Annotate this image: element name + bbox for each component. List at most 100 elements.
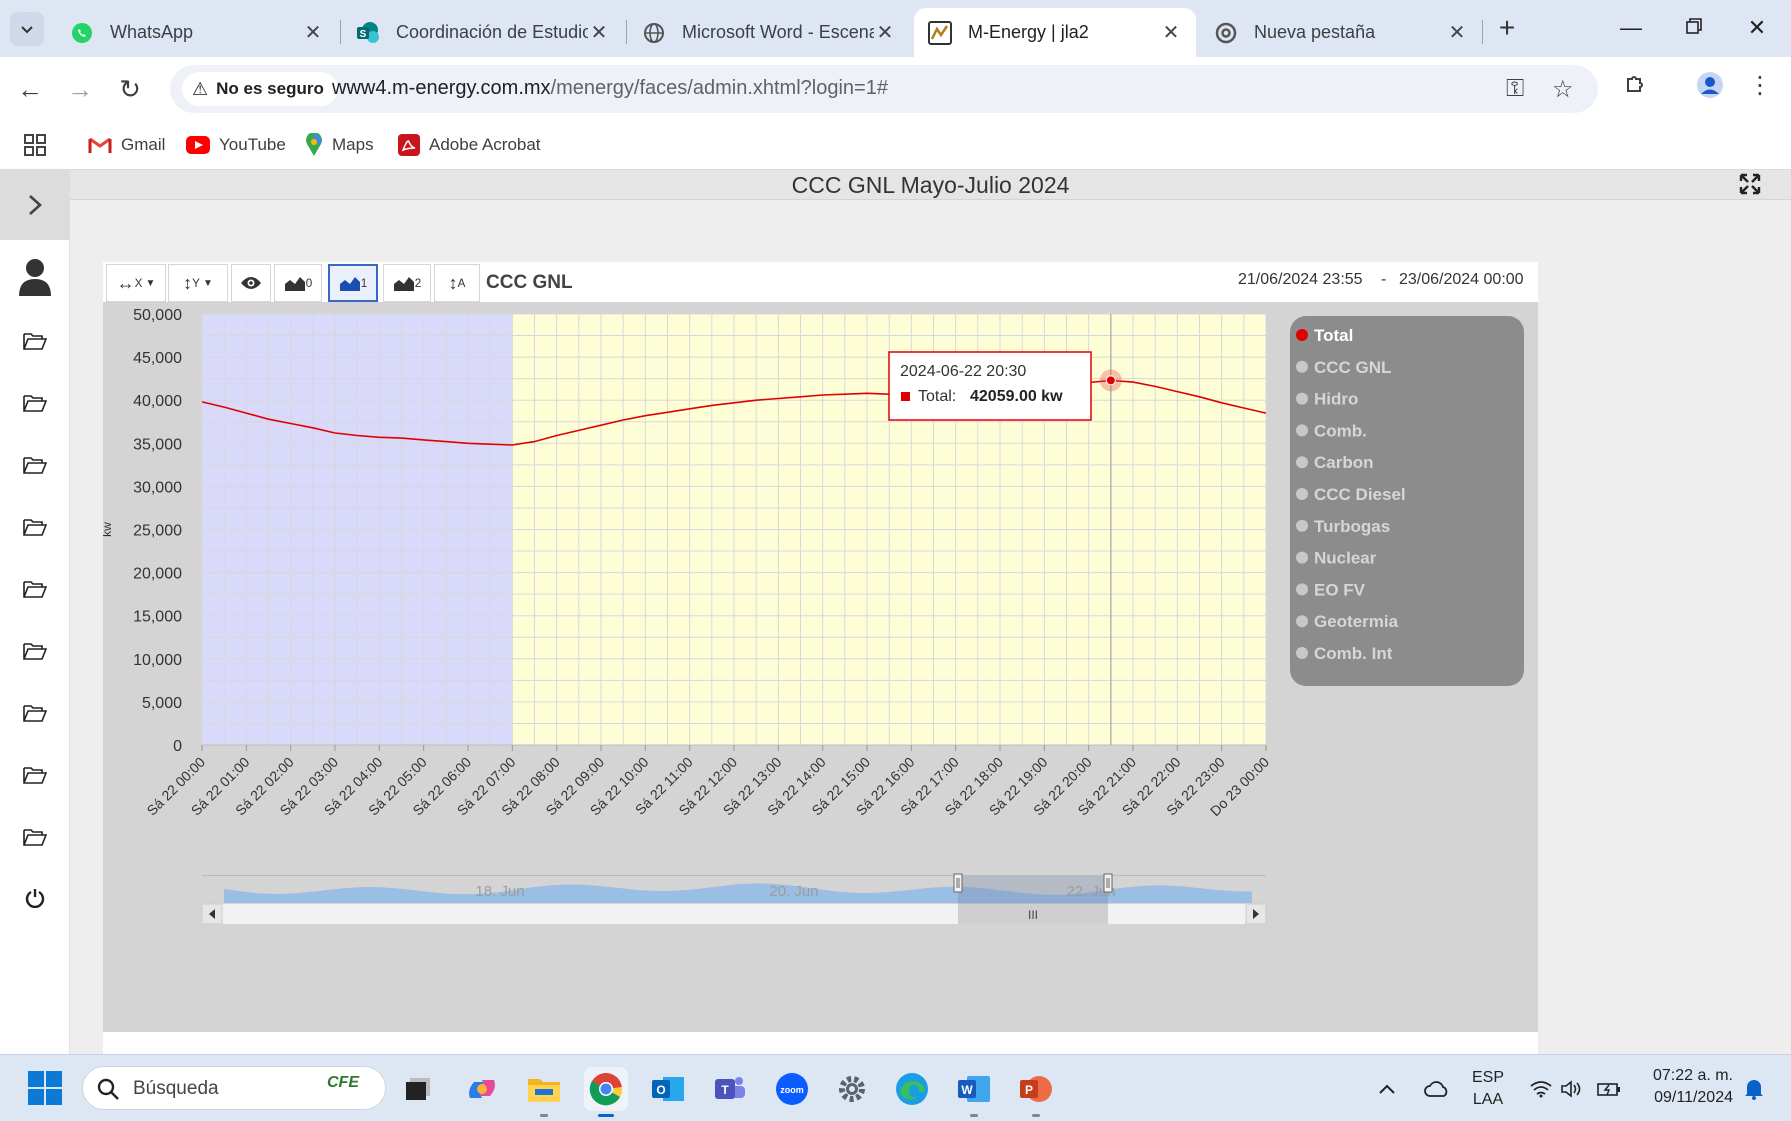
profile-icon[interactable] <box>1692 71 1728 106</box>
windows-start-icon[interactable] <box>28 1071 62 1105</box>
close-icon[interactable]: ✕ <box>1446 20 1468 45</box>
powerpoint-icon[interactable]: P <box>1014 1067 1058 1117</box>
legend-item[interactable]: Comb. Int <box>1314 644 1393 663</box>
x-axis-zoom-button[interactable]: ↔ X ▼ <box>106 264 166 302</box>
notification-bell-icon[interactable] <box>1744 1055 1764 1121</box>
visibility-button[interactable] <box>231 264 271 302</box>
taskbar-search[interactable]: Búsqueda CFE <box>82 1066 386 1110</box>
legend-marker[interactable] <box>1296 551 1308 564</box>
legend-item[interactable]: Turbogas <box>1314 517 1390 536</box>
wifi-icon[interactable] <box>1530 1055 1552 1121</box>
outlook-icon[interactable]: O <box>646 1067 690 1111</box>
legend-marker[interactable] <box>1296 329 1308 341</box>
folder-open-icon[interactable] <box>15 634 55 668</box>
tab-coordinacion[interactable]: S Coordinación de Estudios ✕ <box>342 8 624 57</box>
tray-overflow-icon[interactable] <box>1378 1055 1396 1121</box>
y-axis-zoom-button[interactable]: ↕ Y ▼ <box>168 264 228 302</box>
reload-button[interactable]: ↻ <box>112 71 148 107</box>
folder-open-icon[interactable] <box>15 386 55 420</box>
folder-open-icon[interactable] <box>15 572 55 606</box>
bookmark-adobe[interactable]: Adobe Acrobat <box>398 128 541 162</box>
input-language[interactable]: ESP LAA <box>1472 1055 1504 1121</box>
clock[interactable]: 07:22 a. m. 09/11/2024 <box>1653 1065 1733 1109</box>
tab-search-button[interactable] <box>10 12 44 46</box>
legend-item[interactable]: Nuclear <box>1314 549 1377 568</box>
tab-menergy[interactable]: M-Energy | jla2 ✕ <box>914 8 1196 57</box>
battery-icon[interactable] <box>1596 1055 1622 1121</box>
tab-word[interactable]: Microsoft Word - Escenar ✕ <box>628 8 910 57</box>
date-to[interactable]: 23/06/2024 00:00 <box>1399 271 1524 289</box>
security-chip[interactable]: ⚠ No es seguro <box>182 72 338 106</box>
legend-marker[interactable] <box>1296 583 1308 596</box>
legend-item[interactable]: Total <box>1314 326 1353 345</box>
folder-open-icon[interactable] <box>15 820 55 854</box>
volume-icon[interactable] <box>1560 1055 1582 1121</box>
teams-icon[interactable]: T <box>708 1067 752 1111</box>
legend-item[interactable]: Hidro <box>1314 390 1358 409</box>
bookmark-gmail[interactable]: Gmail <box>88 128 165 162</box>
chrome-taskbar-icon[interactable] <box>584 1067 628 1117</box>
stack-mode-0-button[interactable]: 0 <box>274 264 322 302</box>
close-icon[interactable]: ✕ <box>302 20 324 45</box>
legend-marker[interactable] <box>1296 519 1308 532</box>
bookmark-youtube[interactable]: YouTube <box>186 128 286 162</box>
restore-button[interactable] <box>1665 8 1723 48</box>
folder-open-icon[interactable] <box>15 510 55 544</box>
legend-item[interactable]: CCC GNL <box>1314 358 1391 377</box>
edge-icon[interactable] <box>890 1067 934 1111</box>
new-tab-button[interactable]: + <box>1490 12 1524 46</box>
menu-icon[interactable]: ⋮ <box>1742 71 1778 100</box>
stack-mode-1-button[interactable]: 1 <box>328 264 378 302</box>
fullscreen-expand-icon[interactable] <box>1739 173 1761 195</box>
key-icon[interactable]: ⚿ <box>1506 75 1524 103</box>
legend-item[interactable]: Carbon <box>1314 453 1374 472</box>
folder-open-icon[interactable] <box>15 696 55 730</box>
auto-scale-button[interactable]: ↕ A <box>434 264 480 302</box>
extensions-icon[interactable] <box>1618 71 1654 102</box>
legend-marker[interactable] <box>1296 456 1308 469</box>
legend-item[interactable]: Comb. <box>1314 421 1367 440</box>
back-button[interactable]: ← <box>12 71 48 107</box>
tab-nueva[interactable]: Nueva pestaña ✕ <box>1200 8 1482 57</box>
stack-mode-2-button[interactable]: 2 <box>383 264 431 302</box>
task-view-icon[interactable] <box>396 1067 440 1111</box>
date-from[interactable]: 21/06/2024 23:55 <box>1238 271 1363 289</box>
user-icon[interactable] <box>15 254 55 300</box>
legend-marker[interactable] <box>1296 360 1308 373</box>
power-icon[interactable] <box>15 881 55 915</box>
tab-whatsapp[interactable]: WhatsApp ✕ <box>56 8 338 57</box>
star-icon[interactable]: ☆ <box>1552 75 1574 104</box>
folder-open-icon[interactable] <box>15 324 55 358</box>
zoom-icon[interactable]: zoom <box>770 1067 814 1111</box>
legend-marker[interactable] <box>1296 424 1308 437</box>
legend-item[interactable]: EO FV <box>1314 580 1366 599</box>
file-explorer-icon[interactable] <box>522 1067 566 1117</box>
url-text[interactable]: www4.m-energy.com.mx/menergy/faces/admin… <box>332 77 888 100</box>
forward-button[interactable]: → <box>62 71 98 107</box>
navigator-handle[interactable] <box>953 873 963 893</box>
legend-item[interactable]: CCC Diesel <box>1314 485 1406 504</box>
close-icon[interactable]: ✕ <box>1160 20 1182 45</box>
legend-marker[interactable] <box>1296 488 1308 500</box>
legend-item[interactable]: Geotermia <box>1314 612 1399 631</box>
sidebar-toggle-button[interactable] <box>0 170 70 240</box>
apps-icon[interactable] <box>24 128 46 162</box>
address-bar[interactable]: ⚠ No es seguro www4.m-energy.com.mx/mene… <box>170 65 1598 113</box>
close-icon[interactable]: ✕ <box>874 20 896 45</box>
navigator-handle[interactable] <box>1103 873 1113 893</box>
legend-marker[interactable] <box>1296 392 1308 405</box>
word-icon[interactable]: W <box>952 1067 996 1117</box>
hover-point[interactable] <box>1105 375 1116 386</box>
folder-open-icon[interactable] <box>15 448 55 482</box>
legend-marker[interactable] <box>1296 615 1308 628</box>
close-window-button[interactable]: ✕ <box>1728 8 1786 48</box>
legend-marker[interactable] <box>1296 647 1308 659</box>
bookmark-maps[interactable]: Maps <box>305 128 374 162</box>
close-icon[interactable]: ✕ <box>588 20 610 45</box>
copilot-icon[interactable] <box>460 1067 504 1111</box>
minimize-button[interactable]: — <box>1602 8 1660 48</box>
folder-open-icon[interactable] <box>15 758 55 792</box>
line-chart[interactable]: 50,000 45,000 40,000 35,000 30,000 25,000 20,0… <box>103 302 1538 980</box>
onedrive-cloud-icon[interactable] <box>1424 1055 1450 1121</box>
settings-gear-icon[interactable] <box>830 1067 874 1111</box>
